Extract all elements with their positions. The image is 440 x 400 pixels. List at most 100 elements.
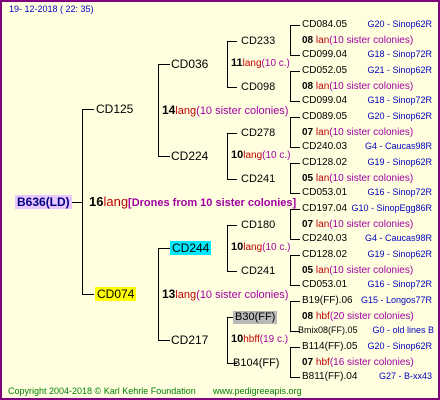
drone-info: 08 hbf(20 sister colonies) [302, 312, 414, 322]
queen-l4[interactable]: CD240.03 [302, 234, 347, 244]
drone-note: (16 sister colonies) [329, 357, 414, 368]
drone-line: lan [315, 35, 330, 46]
drone-count: 16 [89, 194, 104, 209]
connector [290, 101, 300, 102]
source-line: G21 - Sinop62R [367, 65, 432, 75]
drone-line: lang [242, 58, 262, 69]
queen-l4[interactable]: CD084.05 [302, 20, 347, 30]
connector [290, 285, 300, 286]
connector [290, 347, 291, 378]
drone-note: (10 sister colonies) [329, 219, 414, 230]
source-line: G16 - Sinop72R [367, 279, 432, 289]
connector [290, 301, 300, 302]
queen-cd098[interactable]: CD098 [241, 82, 275, 93]
source-line: G18 - Sinop72R [367, 49, 432, 59]
queen-l4[interactable]: CD099.04 [302, 96, 347, 106]
drone-info: 08 lan(10 sister colonies) [302, 82, 413, 92]
queen-cd217[interactable]: CD217 [171, 334, 208, 346]
connector [290, 209, 291, 240]
queen-cd233[interactable]: CD233 [241, 36, 275, 47]
source-line: G20 - Sinop62R [367, 111, 432, 121]
connector [290, 71, 291, 102]
drone-count: 11 [231, 57, 243, 69]
queen-l4[interactable]: B811(FF).04 [302, 372, 357, 382]
drone-count: 08 [302, 35, 314, 46]
drone-info: 07 hbf(16 sister colonies) [302, 358, 414, 368]
connector [290, 377, 300, 378]
queen-cd074[interactable]: CD074 [95, 287, 137, 301]
queen-cd224[interactable]: CD224 [171, 150, 208, 162]
pedigree-chart: 19- 12-2018 ( 22: 35) Copyright 2004-201… [0, 0, 440, 400]
queen-l4[interactable]: CD089.05 [302, 112, 347, 122]
drone-count: 10 [231, 333, 244, 345]
queen-l4[interactable]: CD053.01 [302, 280, 347, 290]
queen-l4[interactable]: CD052.05 [302, 66, 347, 76]
connector [290, 239, 300, 240]
connector [290, 255, 291, 286]
drone-note: (10 sister colonies) [329, 173, 414, 184]
drone-note: [Drones from 10 sister colonies] [128, 197, 297, 209]
drone-line: lan [315, 265, 330, 276]
connector [227, 271, 237, 272]
connector [290, 25, 291, 56]
drone-note: (10 sister colonies) [329, 127, 414, 138]
source-line: G4 - Caucas98R [364, 233, 432, 243]
queen-l4[interactable]: B19(FF).06 [302, 296, 353, 306]
site-link[interactable]: www.pedigreeapis.org [213, 387, 302, 396]
connector [227, 41, 228, 88]
queen-l4[interactable]: Bmix08(FF).05 [298, 326, 358, 335]
source-line: G20 - Sinop62R [367, 19, 432, 29]
connector [158, 248, 170, 249]
connector [82, 294, 94, 295]
drone-note: (10 c.) [261, 58, 290, 69]
connector [227, 41, 237, 42]
connector [227, 133, 237, 134]
drone-count: 05 [302, 173, 314, 184]
queen-cd180[interactable]: CD180 [241, 220, 275, 231]
queen-cd125[interactable]: CD125 [96, 103, 133, 115]
drone-note: (10 c.) [262, 242, 291, 253]
drone-info: 10lang(10 c.) [231, 242, 291, 253]
queen-cd241[interactable]: CD241 [241, 266, 275, 277]
drone-count: 07 [302, 127, 314, 138]
connector [158, 340, 170, 341]
root-drone-info: 16lang[Drones from 10 sister colonies] [89, 195, 296, 209]
drone-line: lan [315, 127, 330, 138]
queen-cd244[interactable]: CD244 [170, 241, 212, 255]
queen-cd278[interactable]: CD278 [241, 128, 275, 139]
queen-b104[interactable]: B104(FF) [233, 358, 279, 369]
queen-cd241[interactable]: CD241 [241, 174, 275, 185]
connector [72, 202, 82, 203]
drone-note: (10 sister colonies) [329, 35, 414, 46]
queen-b30[interactable]: B30(FF) [233, 311, 278, 324]
queen-l4[interactable]: CD240.03 [302, 142, 347, 152]
queen-l4[interactable]: CD197.04 [302, 204, 347, 214]
source-line: G10 - SinopEgg86R [351, 203, 432, 213]
connector [158, 156, 170, 157]
queen-l4[interactable]: CD099.04 [302, 50, 347, 60]
connector [290, 193, 300, 194]
drone-info: 07 lan(10 sister colonies) [302, 220, 413, 230]
root-queen[interactable]: B636(LD) [15, 195, 72, 209]
source-line: G19 - Sinop62R [367, 157, 432, 167]
connector [290, 117, 300, 118]
queen-cd036[interactable]: CD036 [171, 58, 208, 70]
queen-l4[interactable]: B114(FF).05 [302, 342, 357, 352]
drone-line: hbf [315, 357, 330, 368]
drone-note: (10 sister colonies) [196, 105, 289, 117]
drone-count: 14 [162, 103, 176, 117]
connector [290, 25, 300, 26]
drone-line: lang [243, 242, 263, 253]
drone-note: (19 c.) [259, 334, 289, 345]
queen-l4[interactable]: CD128.02 [302, 158, 347, 168]
queen-l4[interactable]: CD053.01 [302, 188, 347, 198]
source-line: G16 - Sinop72R [367, 187, 432, 197]
connector [290, 163, 300, 164]
drone-line: hbff [243, 334, 260, 345]
drone-info: 11lang(10 c.) [231, 58, 290, 69]
drone-info: 13lang(10 sister colonies) [162, 288, 288, 301]
drone-info: 10lang(10 c.) [231, 150, 291, 161]
queen-l4[interactable]: CD128.02 [302, 250, 347, 260]
drone-line: lan [315, 81, 330, 92]
source-line: G20 - Sinop62R [367, 341, 432, 351]
